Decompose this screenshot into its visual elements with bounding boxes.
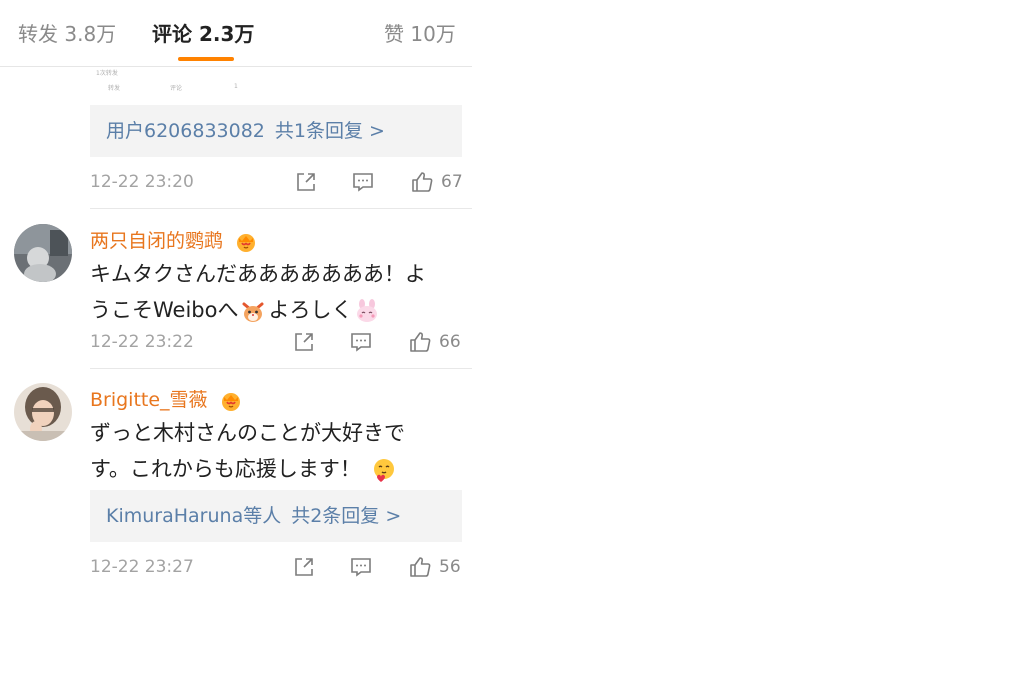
like-count: 67 [441, 172, 463, 192]
tab-bar: 转发 3.8万 评论 2.3万 赞 10万 [0, 0, 472, 67]
comment-meta: 12-22 23:20 67 [90, 170, 470, 196]
embedded-comment: 评论 [170, 85, 183, 92]
embedded-line: 1次转发 [96, 70, 118, 77]
comment-icon[interactable] [349, 555, 373, 579]
like-icon[interactable] [408, 330, 432, 354]
like-icon[interactable] [408, 555, 432, 579]
comment-username[interactable]: Brigitte_雪薇 [90, 385, 242, 412]
crown-badge-icon [220, 390, 242, 412]
comment-username[interactable]: 两只自闭的鹦鹉 [90, 226, 257, 253]
comment-icon[interactable] [351, 170, 375, 194]
reply-preview[interactable]: KimuraHaruna等人 共2条回复 > [90, 490, 462, 542]
share-icon[interactable] [292, 330, 316, 354]
tab-comments-count: 2.3万 [198, 22, 255, 46]
tab-likes-label: 赞 [384, 22, 404, 46]
comment-meta: 12-22 23:22 66 [90, 330, 470, 356]
tab-comments[interactable]: 评论 2.3万 [152, 18, 254, 47]
embedded-like: 1 [234, 83, 238, 90]
tab-likes-count: 10万 [410, 22, 456, 46]
hug-heart-emoji-icon [371, 457, 397, 483]
reply-user: 用户6206833082 [106, 120, 265, 142]
like-icon[interactable] [410, 170, 434, 194]
crown-badge-icon [235, 231, 257, 253]
comment-icon[interactable] [349, 330, 373, 354]
comment-time: 12-22 23:27 [90, 557, 194, 577]
comment-text-line1: ずっと木村さんのことが大好きで [90, 421, 405, 445]
comment-text-line1: キムタクさんだあああああああ！よ [90, 262, 426, 286]
username-text: Brigitte_雪薇 [90, 389, 208, 411]
tab-reposts-count: 3.8万 [64, 22, 117, 46]
comments-panel: 转发 3.8万 评论 2.3万 赞 10万 1次转发 转发 评论 1 用户620… [0, 0, 472, 683]
comment-time: 12-22 23:20 [90, 172, 194, 192]
comment-body: ずっと木村さんのことが大好きで す。これからも応援します！ [90, 415, 462, 487]
tab-reposts[interactable]: 转发 3.8万 [18, 18, 116, 47]
embedded-repost: 转发 [108, 85, 121, 92]
reply-count: 共1条回复 > [274, 120, 385, 142]
tab-comments-label: 评论 [152, 22, 192, 46]
fox-emoji-icon [240, 298, 266, 324]
divider [90, 368, 472, 369]
active-tab-indicator [178, 57, 234, 61]
comment-text-line2: す。これからも応援します！ [90, 457, 361, 481]
comment-meta: 12-22 23:27 56 [90, 555, 470, 581]
like-count: 56 [439, 557, 461, 577]
embedded-post-fragment: 1次转发 转发 评论 1 [94, 66, 464, 96]
username-text: 两只自闭的鹦鹉 [90, 230, 224, 252]
comment-body: キムタクさんだあああああああ！よ うこそWeiboへ よろしく [90, 256, 462, 328]
like-count: 66 [439, 332, 461, 352]
comment-text-line2: うこそWeiboへ [90, 298, 239, 322]
tab-reposts-label: 转发 [18, 22, 58, 46]
divider [90, 208, 472, 209]
reply-count: 共2条回复 > [291, 505, 402, 527]
share-icon[interactable] [294, 170, 318, 194]
bunny-emoji-icon [354, 298, 380, 324]
avatar[interactable] [14, 383, 72, 441]
share-icon[interactable] [292, 555, 316, 579]
comment-time: 12-22 23:22 [90, 332, 194, 352]
reply-user: KimuraHaruna等人 [106, 505, 282, 527]
comment-text-line3: よろしく [268, 298, 353, 322]
avatar[interactable] [14, 224, 72, 282]
tab-likes[interactable]: 赞 10万 [384, 18, 456, 47]
reply-preview[interactable]: 用户6206833082 共1条回复 > [90, 105, 462, 157]
